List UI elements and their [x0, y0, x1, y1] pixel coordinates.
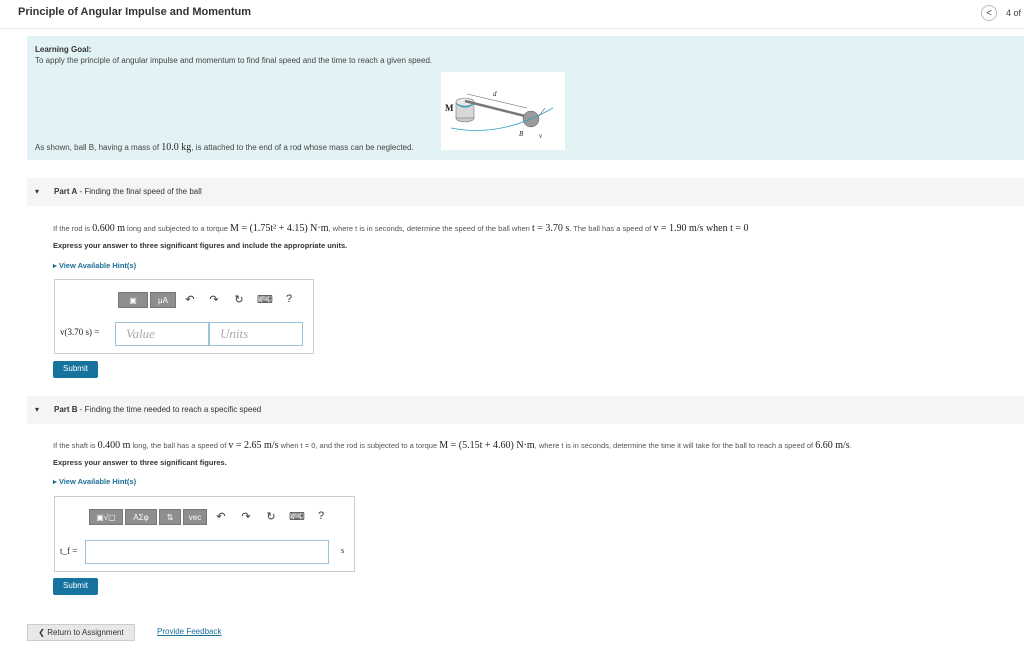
- arrows-button[interactable]: ⇅: [159, 509, 181, 525]
- part-a-title-text: - Finding the final speed of the ball: [77, 187, 202, 196]
- qa-torque: M = (1.75t² + 4.15) N·m: [230, 223, 329, 234]
- help-icon[interactable]: ?: [314, 510, 328, 522]
- desc-text-1: As shown, ball B, having a mass of: [35, 143, 162, 152]
- vector-button[interactable]: vec: [183, 509, 207, 525]
- return-to-assignment-button[interactable]: ❮ Return to Assignment: [27, 624, 135, 641]
- qb-5: .: [849, 441, 852, 450]
- qb-length: 0.400 m: [97, 440, 131, 451]
- help-icon[interactable]: ?: [282, 293, 296, 305]
- part-a-hints-link[interactable]: ▸ View Available Hint(s): [53, 261, 136, 270]
- part-a-title: Part A - Finding the final speed of the …: [54, 187, 202, 196]
- part-a-toggle-icon[interactable]: ▾: [35, 187, 39, 196]
- qa-time: t = 3.70 s: [531, 223, 570, 234]
- undo-icon[interactable]: ↶: [214, 510, 228, 523]
- velocity-arrow: [538, 107, 546, 117]
- qa-1: If the rod is: [53, 224, 93, 233]
- provide-feedback-link[interactable]: Provide Feedback: [157, 627, 221, 636]
- qa-3: , where t is in seconds, determine the s…: [328, 224, 532, 233]
- keyboard-icon[interactable]: ⌨: [289, 510, 305, 523]
- learning-goal-text: To apply the principle of angular impuls…: [35, 56, 433, 65]
- qa-2: long and subjected to a torque: [124, 224, 231, 233]
- qb-target: 6.60 m/s: [815, 440, 850, 451]
- part-a-question: If the rod is 0.600 m long and subjected…: [53, 223, 749, 234]
- qb-2: long, the ball has a speed of: [130, 441, 229, 450]
- learning-goal-heading: Learning Goal:: [35, 45, 92, 54]
- mass-value: 10.0 kg: [161, 142, 192, 153]
- part-b-answer-label: t_f =: [60, 546, 78, 556]
- reset-icon[interactable]: ↻: [232, 293, 246, 306]
- desc-text-2: , is attached to the end of a rod whose …: [191, 143, 414, 152]
- greek-letters-button[interactable]: AΣφ: [125, 509, 157, 525]
- units-input[interactable]: Units: [209, 322, 303, 346]
- qa-speed: v = 1.90 m/s: [653, 223, 704, 234]
- qa-4: . The ball has a speed of: [569, 224, 654, 233]
- time-input[interactable]: [85, 540, 329, 564]
- part-b-title: Part B - Finding the time needed to reac…: [54, 405, 261, 414]
- qa-length: 0.600 m: [92, 223, 125, 234]
- undo-icon[interactable]: ↶: [183, 293, 197, 306]
- part-a-submit-button[interactable]: Submit: [53, 361, 98, 378]
- pager-text: 4 of: [1006, 8, 1022, 18]
- part-a-label: Part A: [54, 187, 78, 196]
- part-b-question: If the shaft is 0.400 m long, the ball h…: [53, 440, 852, 451]
- value-input[interactable]: Value: [115, 322, 209, 346]
- redo-icon[interactable]: ↷: [239, 510, 253, 523]
- problem-description: As shown, ball B, having a mass of 10.0 …: [35, 142, 414, 153]
- label-d: d: [493, 90, 497, 98]
- part-b-toggle-icon[interactable]: ▾: [35, 405, 39, 414]
- qb-3: when t = 0, and the rod is subjected to …: [278, 441, 440, 450]
- part-b-title-text: - Finding the time needed to reach a spe…: [77, 405, 262, 414]
- part-b-hints-link[interactable]: ▸ View Available Hint(s): [53, 477, 136, 486]
- problem-figure: M d B v: [441, 72, 565, 150]
- rod-ball-diagram: M d B v: [445, 90, 554, 140]
- qb-speed: v = 2.65 m/s: [228, 440, 279, 451]
- previous-item-button[interactable]: <: [981, 5, 997, 21]
- label-b: B: [519, 130, 524, 138]
- qb-4: , where t is in seconds, determine the t…: [534, 441, 816, 450]
- part-b-unit: s: [341, 546, 345, 555]
- keyboard-icon[interactable]: ⌨: [257, 293, 273, 306]
- reset-icon[interactable]: ↻: [264, 510, 278, 523]
- part-a-answer-label: v(3.70 s) =: [60, 327, 100, 337]
- dimension-line: [466, 93, 528, 109]
- units-button[interactable]: μA: [150, 292, 176, 308]
- part-a-instruction: Express your answer to three significant…: [53, 241, 348, 250]
- part-b-label: Part B: [54, 405, 78, 414]
- redo-icon[interactable]: ↷: [207, 293, 221, 306]
- label-v: v: [539, 132, 543, 140]
- qb-1: If the shaft is: [53, 441, 98, 450]
- page-title: Principle of Angular Impulse and Momentu…: [18, 6, 252, 18]
- label-m: M: [445, 103, 454, 113]
- part-b-submit-button[interactable]: Submit: [53, 578, 98, 595]
- templates-button[interactable]: ▣: [118, 292, 148, 308]
- part-b-instruction: Express your answer to three significant…: [53, 458, 227, 467]
- header-divider: [0, 28, 1024, 29]
- rod: [464, 99, 530, 119]
- templates-button[interactable]: ▣√▢: [89, 509, 123, 525]
- qa-5: when t = 0: [703, 223, 749, 234]
- qb-torque: M = (5.15t + 4.60) N·m: [439, 440, 535, 451]
